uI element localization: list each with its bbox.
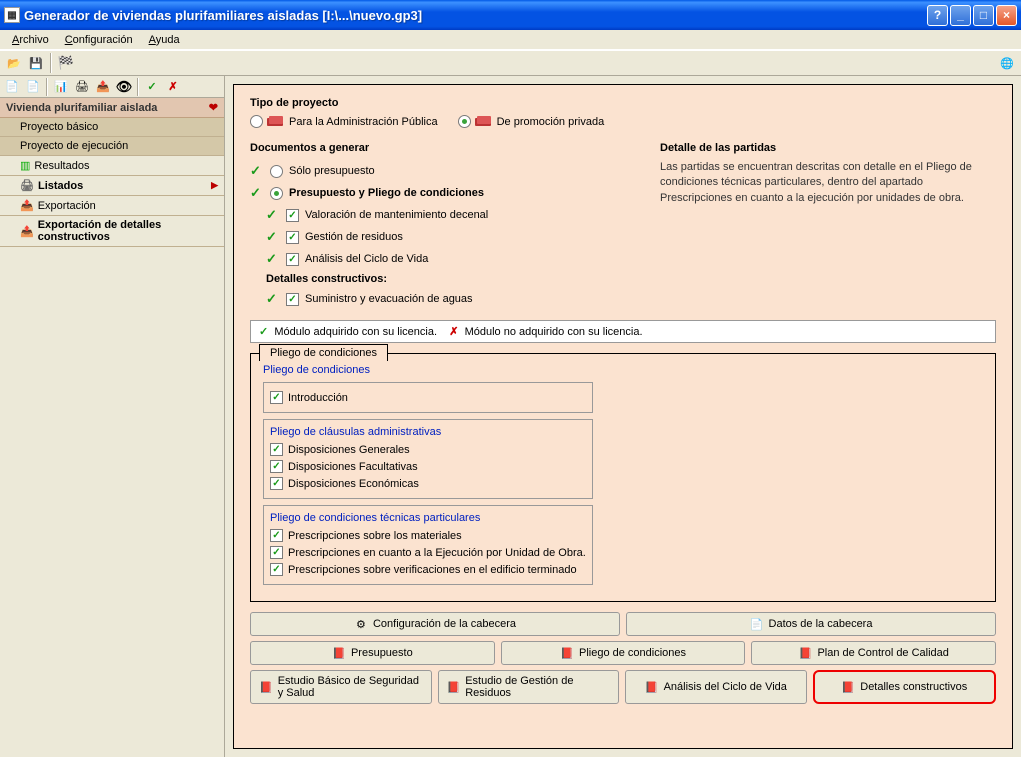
chart-icon[interactable]: 📊 bbox=[51, 77, 71, 97]
tree-exportacion[interactable]: 📤Exportación bbox=[0, 196, 224, 216]
doc2-icon[interactable]: 📄 bbox=[23, 77, 43, 97]
pliego-title: Pliego de condiciones bbox=[263, 364, 983, 376]
book-icon: 📕 bbox=[841, 680, 855, 694]
minimize-button[interactable]: _ bbox=[950, 5, 971, 26]
pliego-presc-materiales[interactable]: Prescripciones sobre los materiales bbox=[270, 527, 586, 544]
pliego-presc-verificaciones[interactable]: Prescripciones sobre verificaciones en e… bbox=[270, 561, 586, 578]
flag-icon[interactable]: 🏁 bbox=[56, 53, 76, 73]
left-panel: 📄 📄 📊 🖨 📤 👁 ✓ ✗ Vivienda plurifamiliar a… bbox=[0, 76, 225, 757]
detalle-title: Detalle de las partidas bbox=[660, 142, 996, 154]
btn-presupuesto[interactable]: 📕Presupuesto bbox=[250, 641, 495, 665]
help-button[interactable]: ? bbox=[927, 5, 948, 26]
book-icon: 📕 bbox=[798, 646, 812, 660]
open-icon[interactable]: 📂 bbox=[4, 53, 24, 73]
book-icon: 📕 bbox=[332, 646, 346, 660]
titlebar: ▦ Generador de viviendas plurifamiliares… bbox=[0, 0, 1021, 30]
pliego-box: Pliego de condiciones Pliego de condicio… bbox=[250, 353, 996, 602]
docs-title: Documentos a generar bbox=[250, 142, 630, 154]
radio-label: De promoción privada bbox=[497, 116, 605, 128]
doc-gestion-residuos[interactable]: ✓Gestión de residuos bbox=[250, 226, 630, 248]
window-title: Generador de viviendas plurifamiliares a… bbox=[24, 8, 927, 23]
btn-datos-cabecera[interactable]: 📄Datos de la cabecera bbox=[626, 612, 996, 636]
book-icon: 📕 bbox=[560, 646, 574, 660]
doc-analisis-ciclo[interactable]: ✓Análisis del Ciclo de Vida bbox=[250, 248, 630, 270]
btn-plan-calidad[interactable]: 📕Plan de Control de Calidad bbox=[751, 641, 996, 665]
app-icon: ▦ bbox=[4, 7, 20, 23]
pliego-g1-title: Pliego de cláusulas administrativas bbox=[270, 426, 586, 438]
btn-estudio-seguridad[interactable]: 📕Estudio Básico de Seguridad y Salud bbox=[250, 670, 432, 704]
separator bbox=[50, 53, 52, 73]
tree-proyecto-ejecucion[interactable]: Proyecto de ejecución bbox=[0, 137, 224, 156]
content-box: Tipo de proyecto Para la Administración … bbox=[233, 84, 1013, 749]
tree-header[interactable]: Vivienda plurifamiliar aislada ❤ bbox=[0, 98, 224, 118]
btn-pliego[interactable]: 📕Pliego de condiciones bbox=[501, 641, 746, 665]
tree-exportacion-detalles[interactable]: 📤Exportación de detalles constructivos bbox=[0, 216, 224, 247]
right-panel: Tipo de proyecto Para la Administración … bbox=[225, 76, 1021, 757]
legend-box: ✓ Módulo adquirido con su licencia. ✗ Mó… bbox=[250, 320, 996, 343]
doc-presupuesto-pliego[interactable]: ✓Presupuesto y Pliego de condiciones bbox=[250, 182, 630, 204]
export-icon[interactable]: 📤 bbox=[93, 77, 113, 97]
radio-label: Para la Administración Pública bbox=[289, 116, 438, 128]
pliego-tab[interactable]: Pliego de condiciones bbox=[259, 344, 388, 361]
btn-analisis-ciclo[interactable]: 📕Análisis del Ciclo de Vida bbox=[625, 670, 807, 704]
book-icon bbox=[475, 116, 493, 128]
tree-proyecto-basico[interactable]: Proyecto básico bbox=[0, 118, 224, 137]
menu-ayuda[interactable]: Ayuda bbox=[141, 32, 188, 48]
main-window: ▦ Generador de viviendas plurifamiliares… bbox=[0, 0, 1021, 757]
menu-archivo[interactable]: Archivo bbox=[4, 32, 57, 48]
left-toolbar: 📄 📄 📊 🖨 📤 👁 ✓ ✗ bbox=[0, 76, 224, 98]
doc-icon: 📄 bbox=[750, 617, 764, 631]
doc-icon[interactable]: 📄 bbox=[2, 77, 22, 97]
button-rows: ⚙Configuración de la cabecera 📄Datos de … bbox=[250, 612, 996, 704]
doc-suministro-aguas[interactable]: ✓Suministro y evacuación de aguas bbox=[250, 288, 630, 310]
pliego-disp-economicas[interactable]: Disposiciones Económicas bbox=[270, 475, 586, 492]
doc-valoracion[interactable]: ✓Valoración de mantenimiento decenal bbox=[250, 204, 630, 226]
menu-configuracion[interactable]: Configuración bbox=[57, 32, 141, 48]
tipo-proyecto-title: Tipo de proyecto bbox=[250, 97, 996, 109]
radio-promocion-privada[interactable]: De promoción privada bbox=[458, 115, 605, 128]
main-toolbar: 📂 💾 🏁 🌐 bbox=[0, 50, 1021, 76]
btn-config-cabecera[interactable]: ⚙Configuración de la cabecera bbox=[250, 612, 620, 636]
pliego-presc-ejecucion[interactable]: Prescripciones en cuanto a la Ejecución … bbox=[270, 544, 586, 561]
btn-detalles-constructivos[interactable]: 📕Detalles constructivos bbox=[813, 670, 997, 704]
book-icon: 📕 bbox=[259, 680, 273, 694]
printer-icon[interactable]: 🖨 bbox=[72, 77, 92, 97]
doc-solo-presupuesto[interactable]: ✓Sólo presupuesto bbox=[250, 160, 630, 182]
pliego-disp-facultativas[interactable]: Disposiciones Facultativas bbox=[270, 458, 586, 475]
save-icon[interactable]: 💾 bbox=[26, 53, 46, 73]
radio-admin-publica[interactable]: Para la Administración Pública bbox=[250, 115, 438, 128]
book-icon: 📕 bbox=[645, 680, 659, 694]
menubar: Archivo Configuración Ayuda bbox=[0, 30, 1021, 50]
check-icon[interactable]: ✓ bbox=[142, 77, 162, 97]
binoculars-icon[interactable]: 👁 bbox=[114, 77, 134, 97]
gear-icon: ⚙ bbox=[354, 617, 368, 631]
tree-resultados[interactable]: ▥Resultados bbox=[0, 156, 224, 176]
book-icon bbox=[267, 116, 285, 128]
book-icon: 📕 bbox=[447, 680, 461, 694]
pliego-g2-title: Pliego de condiciones técnicas particula… bbox=[270, 512, 586, 524]
pliego-disp-generales[interactable]: Disposiciones Generales bbox=[270, 441, 586, 458]
maximize-button[interactable]: □ bbox=[973, 5, 994, 26]
detalles-header: Detalles constructivos: bbox=[250, 270, 630, 288]
close-button[interactable]: × bbox=[996, 5, 1017, 26]
detalle-text: Las partidas se encuentran descritas con… bbox=[660, 160, 996, 206]
tree-listados[interactable]: 🖨Listados▶ bbox=[0, 176, 224, 196]
btn-estudio-residuos[interactable]: 📕Estudio de Gestión de Residuos bbox=[438, 670, 620, 704]
pliego-introduccion[interactable]: Introducción bbox=[270, 389, 586, 406]
x-icon[interactable]: ✗ bbox=[163, 77, 183, 97]
globe-icon[interactable]: 🌐 bbox=[997, 53, 1017, 73]
